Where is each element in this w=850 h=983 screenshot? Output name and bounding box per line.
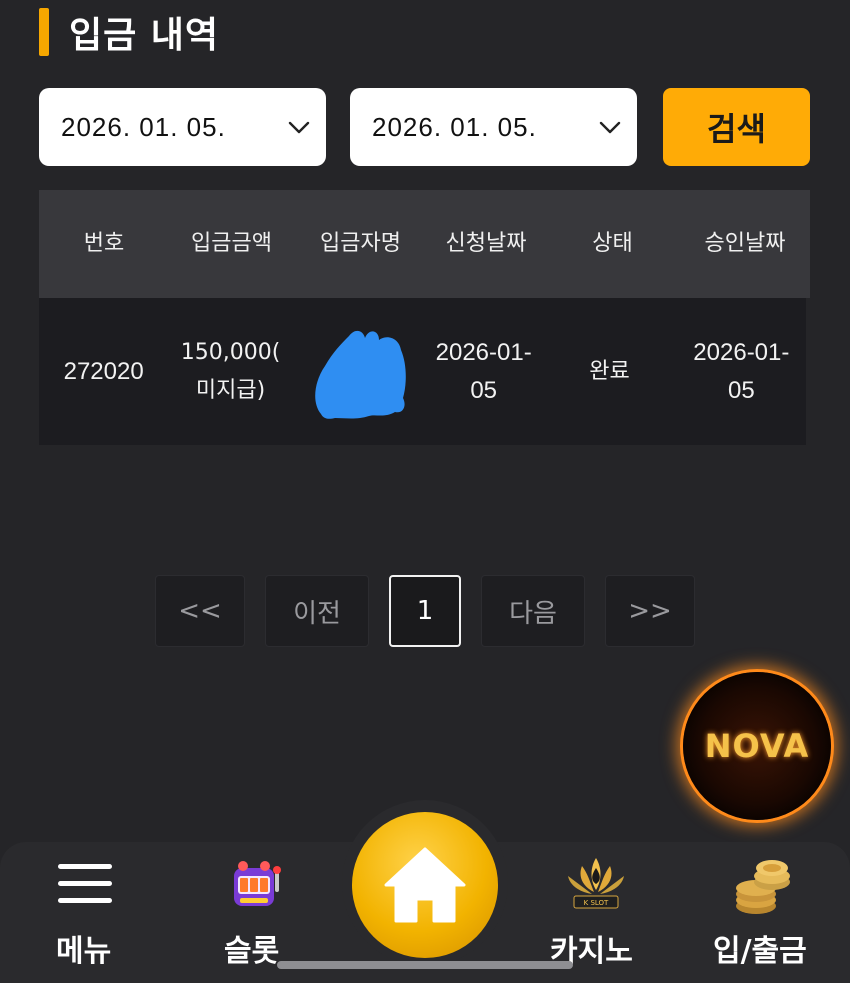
chevron-down-icon [599, 121, 621, 134]
redaction-scribble [315, 330, 406, 419]
system-home-indicator [277, 961, 573, 969]
table-row: 272020 150,000( 미지급) 2026-01- 05 완료 2026… [39, 298, 806, 445]
nav-slot-label: 슬롯 [224, 934, 280, 969]
row-request-date-line1: 2026-01- [435, 338, 532, 366]
row-approve-date-line2: 05 [727, 376, 755, 404]
row-request-date-line2: 05 [470, 376, 498, 404]
row-amount-line2: 미지급) [195, 377, 266, 403]
search-button[interactable]: 검색 [663, 88, 810, 166]
pagination-current-page[interactable]: 1 [389, 575, 461, 647]
date-to-select[interactable]: 2026. 01. 05. [350, 88, 637, 166]
date-to-value: 2026. 01. 05. [372, 111, 537, 142]
deposit-history-table: 번호 입금금액 입금자명 신청날짜 상태 승인날짜 272020 150,000… [39, 190, 810, 445]
row-amount: 150,000( 미지급) [168, 334, 292, 410]
nav-deposit-withdraw-label: 입/출금 [713, 934, 807, 969]
row-amount-line1: 150,000( [180, 339, 281, 365]
pagination-first-button[interactable]: << [155, 575, 245, 647]
hamburger-menu-icon [58, 864, 112, 903]
home-button[interactable] [352, 812, 498, 958]
casino-lotus-icon[interactable]: K SLOT [560, 852, 632, 916]
pagination-last-button[interactable]: >> [605, 575, 695, 647]
home-icon [384, 847, 466, 923]
header-amount: 입금금액 [191, 231, 272, 256]
slot-machine-icon[interactable] [228, 856, 284, 912]
row-status: 완료 [589, 358, 630, 384]
header-approve-date: 승인날짜 [704, 231, 786, 256]
casino-badge-text: K SLOT [584, 899, 609, 907]
row-number: 272020 [63, 357, 144, 385]
row-depositor-redacted [293, 322, 425, 422]
nav-menu-label: 메뉴 [56, 934, 112, 969]
header-number: 번호 [83, 231, 125, 256]
row-approve-date-line1: 2026-01- [693, 338, 790, 366]
nova-floating-button[interactable]: NOVA [683, 672, 831, 820]
pagination-prev-button[interactable]: 이전 [265, 575, 369, 647]
nova-logo-text: NOVA [704, 727, 810, 765]
chevron-down-icon [288, 121, 310, 134]
header-status: 상태 [592, 231, 633, 256]
row-approve-date: 2026-01- 05 [677, 334, 806, 410]
gold-coins-icon[interactable] [732, 854, 794, 918]
header-request-date: 신청날짜 [445, 231, 527, 256]
header-depositor: 입금자명 [320, 231, 401, 256]
table-header-row: 번호 입금금액 입금자명 신청날짜 상태 승인날짜 [39, 190, 810, 298]
nav-menu[interactable] [40, 0, 130, 903]
row-request-date: 2026-01- 05 [425, 334, 542, 410]
pagination-next-button[interactable]: 다음 [481, 575, 585, 647]
